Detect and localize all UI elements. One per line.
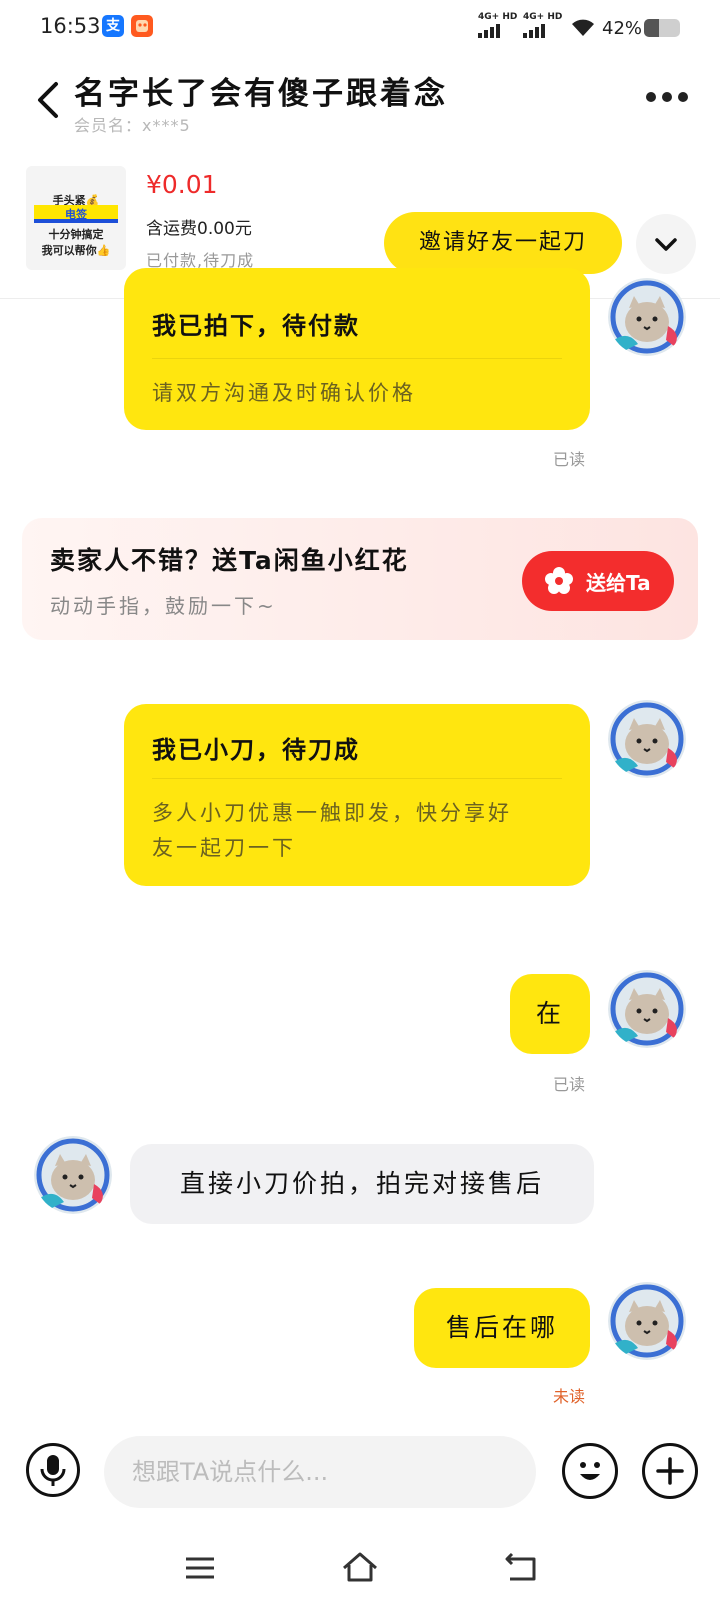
card-divider — [152, 358, 562, 359]
taobao-icon — [131, 15, 153, 37]
send-flower-button[interactable]: 送给Ta — [522, 551, 674, 611]
send-flower-label: 送给Ta — [586, 571, 651, 595]
flower-promo-subtitle: 动动手指，鼓励一下~ — [50, 594, 277, 618]
wifi-icon — [572, 19, 594, 36]
alipay-icon: 支 — [102, 15, 124, 37]
voice-input-button[interactable] — [26, 1443, 80, 1497]
order-status-card[interactable]: 我已拍下，待付款 请双方沟通及时确认价格 — [124, 268, 590, 430]
sim1-label: 4G+ HD — [478, 12, 518, 22]
battery-percent: 42% — [602, 18, 643, 39]
more-options-icon[interactable] — [646, 92, 688, 104]
emoji-icon — [580, 1462, 600, 1480]
emoji-button[interactable] — [562, 1443, 618, 1499]
card-title: 我已小刀，待刀成 — [152, 736, 360, 764]
status-bar: 16:53 支 4G+ HD 4G+ HD 42% — [0, 0, 720, 56]
add-attachment-button[interactable] — [642, 1443, 698, 1499]
plus-icon — [656, 1457, 684, 1485]
member-name: 会员名：x***5 — [74, 116, 191, 135]
battery-icon — [644, 19, 680, 37]
sim2-label: 4G+ HD — [523, 12, 563, 22]
back-icon[interactable] — [34, 78, 64, 122]
product-price: ¥0.01 — [146, 170, 218, 199]
message-input[interactable] — [104, 1436, 536, 1508]
my-avatar[interactable] — [608, 1282, 686, 1360]
microphone-icon — [40, 1455, 66, 1486]
battery-fill — [644, 19, 660, 37]
read-receipt: 已读 — [553, 450, 586, 469]
shipping-fee: 含运费0.00元 — [146, 219, 252, 239]
flower-promo-title: 卖家人不错？送Ta闲鱼小红花 — [50, 546, 409, 575]
flower-icon — [545, 567, 573, 594]
my-avatar[interactable] — [608, 278, 686, 356]
thumb-text: 十分钟搞定 — [48, 228, 104, 241]
card-description: 请双方沟通及时确认价格 — [152, 381, 416, 405]
card-description: 多人小刀优惠一触即发，快分享好 — [152, 801, 512, 825]
card-title: 我已拍下，待付款 — [152, 312, 360, 340]
bargain-status-card[interactable]: 我已小刀，待刀成 多人小刀优惠一触即发，快分享好 友一起刀一下 — [124, 704, 590, 886]
thumb-text: 电签 — [65, 208, 87, 221]
invite-friends-button[interactable]: 邀请好友一起刀 — [384, 212, 622, 274]
product-thumbnail[interactable]: 手头紧💰 电签 十分钟搞定 我可以帮你👍 — [26, 166, 126, 270]
thumb-text: 我可以帮你👍 — [41, 244, 111, 257]
expand-button[interactable] — [636, 214, 696, 274]
status-time: 16:53 — [40, 14, 101, 38]
read-receipt: 已读 — [553, 1075, 586, 1094]
back-nav-icon[interactable] — [502, 1548, 542, 1588]
home-nav-icon[interactable] — [340, 1548, 380, 1588]
card-divider — [152, 778, 562, 779]
seller-message-bubble[interactable]: 直接小刀价拍，拍完对接售后 — [130, 1144, 594, 1224]
seller-avatar[interactable] — [34, 1136, 112, 1214]
signal-sim1-icon: 4G+ HD — [478, 12, 517, 38]
my-avatar[interactable] — [608, 970, 686, 1048]
signal-sim2-icon: 4G+ HD — [523, 12, 562, 38]
chat-title: 名字长了会有傻子跟着念 — [74, 76, 448, 112]
menu-nav-icon[interactable] — [180, 1548, 220, 1588]
my-message-bubble[interactable]: 在 — [510, 974, 590, 1054]
my-avatar[interactable] — [608, 700, 686, 778]
unread-receipt: 未读 — [553, 1387, 586, 1406]
chevron-down-icon — [655, 238, 677, 251]
my-message-bubble[interactable]: 售后在哪 — [414, 1288, 590, 1368]
card-description: 友一起刀一下 — [152, 836, 296, 860]
